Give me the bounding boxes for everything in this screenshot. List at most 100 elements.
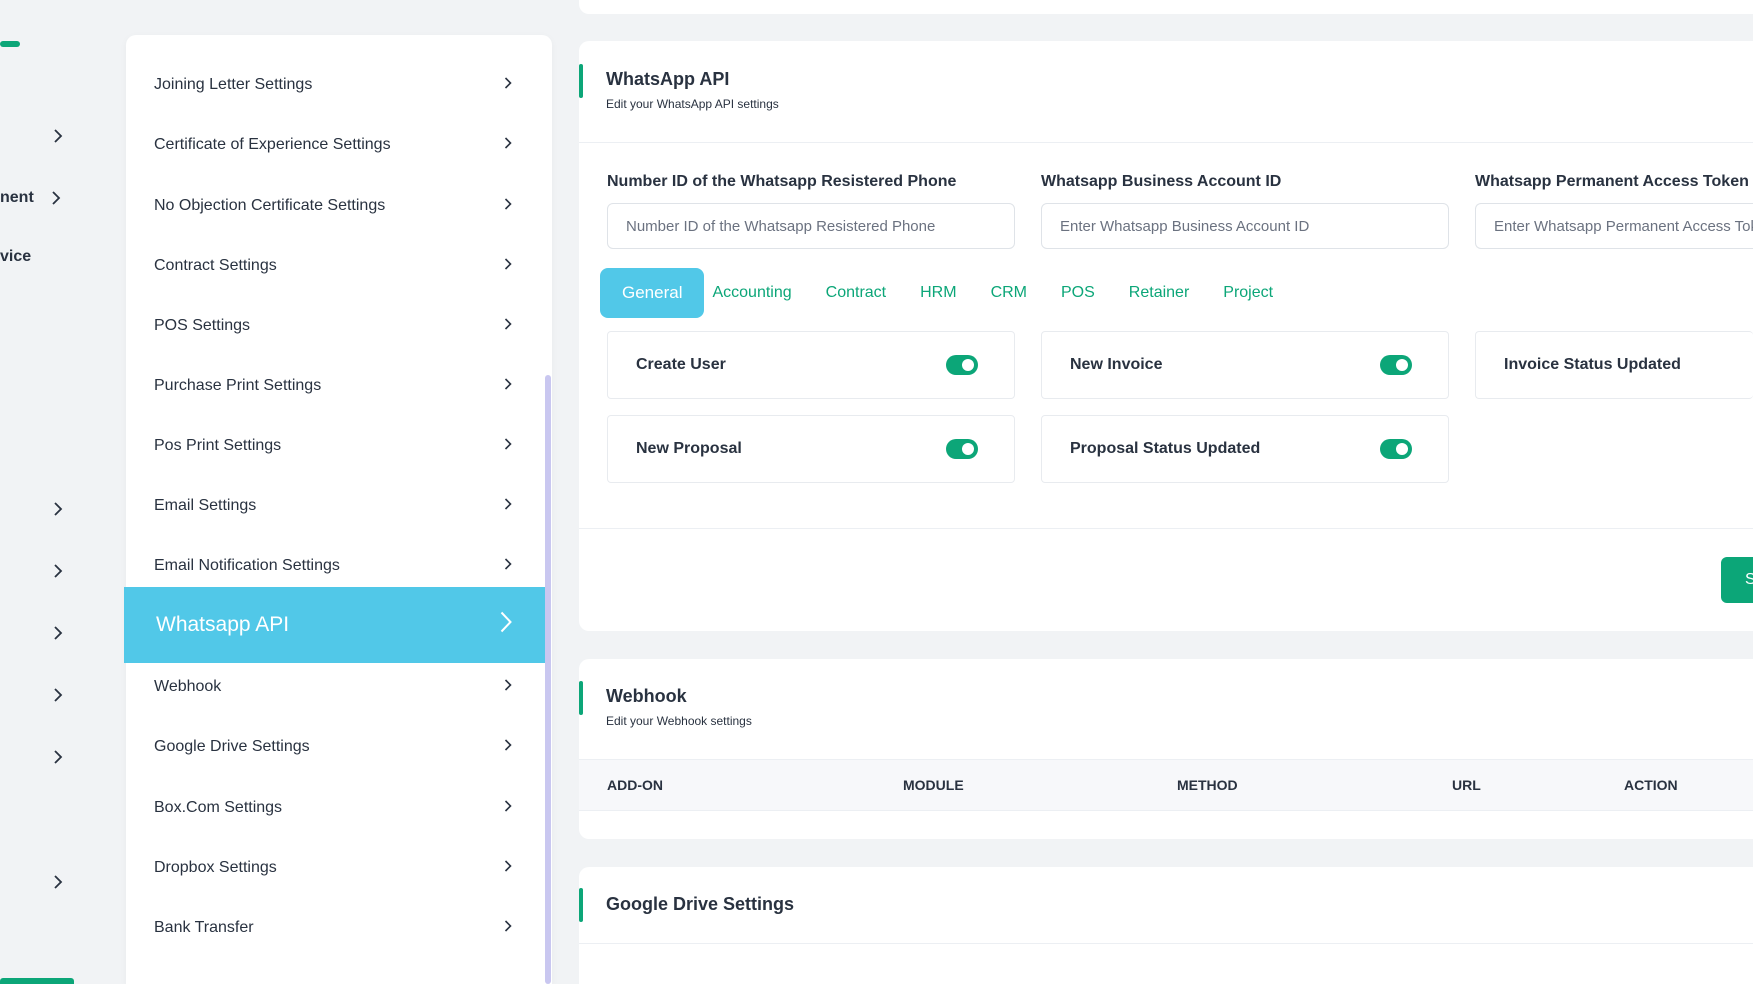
chevron-right-icon [504, 919, 512, 937]
chevron-right-icon [48, 129, 68, 143]
chevron-right-icon [504, 497, 512, 515]
notification-label: Invoice Status Updated [1504, 356, 1681, 373]
whatsapp-api-title: WhatsApp API [606, 69, 730, 89]
settings-menu-item-label: Joining Letter Settings [154, 76, 313, 93]
main-nav-bottom-indicator [0, 978, 74, 984]
chevron-right-icon [48, 688, 68, 702]
previous-settings-panel [579, 0, 1753, 14]
tab-accounting[interactable]: Accounting [712, 284, 791, 302]
main-nav-item[interactable] [0, 494, 90, 524]
chevron-right-icon [504, 678, 512, 696]
tab-contract[interactable]: Contract [826, 284, 886, 302]
business-account-id-input[interactable]: Enter Whatsapp Business Account ID [1041, 203, 1449, 249]
settings-menu-item-label: Email Notification Settings [154, 557, 340, 574]
notification-card: Invoice Status Updated [1475, 331, 1753, 399]
webhook-title: Webhook [606, 686, 687, 706]
main-nav-item-label: nent [0, 189, 34, 206]
phone-number-id-input[interactable]: Number ID of the Whatsapp Resistered Pho… [607, 203, 1015, 249]
proposal-status-toggle[interactable] [1380, 439, 1412, 459]
main-nav: nent vice [0, 0, 100, 984]
tab-pos[interactable]: POS [1061, 284, 1095, 302]
chevron-right-icon [504, 738, 512, 756]
settings-menu-item[interactable]: Box.Com Settings [126, 778, 546, 838]
settings-menu-item-label: No Objection Certificate Settings [154, 197, 386, 214]
section-accent-bar [579, 681, 583, 715]
tab-hrm[interactable]: HRM [920, 284, 956, 302]
settings-menu-item[interactable]: Email Settings [126, 476, 546, 536]
tab-general[interactable]: General [600, 268, 705, 318]
settings-menu-item[interactable]: Contract Settings [126, 236, 546, 296]
main-nav-item[interactable] [0, 121, 90, 151]
module-tabs: General Accounting Contract HRM CRM POS … [600, 268, 1307, 318]
chevron-right-icon [48, 502, 68, 516]
settings-menu-item[interactable]: Joining Letter Settings [126, 55, 546, 115]
column-header: ACTION [1624, 777, 1678, 793]
settings-menu-item-label: Pos Print Settings [154, 437, 282, 454]
chevron-right-icon [504, 76, 512, 94]
chevron-right-icon [48, 750, 68, 764]
chevron-right-icon [48, 626, 68, 640]
tab-project[interactable]: Project [1223, 284, 1273, 302]
settings-menu-item-label: Whatsapp API [156, 613, 290, 636]
create-user-toggle[interactable] [946, 355, 978, 375]
notification-card: New Invoice [1041, 331, 1449, 399]
webhook-panel: Webhook Edit your Webhook settings ADD-O… [579, 659, 1753, 839]
chevron-right-icon [504, 317, 512, 335]
new-proposal-toggle[interactable] [946, 439, 978, 459]
settings-menu-item-label: Bank Transfer [154, 919, 254, 936]
settings-menu-scrollbar[interactable] [545, 375, 551, 984]
settings-menu-item-label: Email Settings [154, 497, 257, 514]
chevron-right-icon [504, 557, 512, 575]
new-invoice-toggle[interactable] [1380, 355, 1412, 375]
notification-card: New Proposal [607, 415, 1015, 483]
settings-menu-item[interactable]: Webhook [126, 657, 546, 717]
chevron-right-icon [504, 257, 512, 275]
tab-retainer[interactable]: Retainer [1129, 284, 1189, 302]
settings-menu-item[interactable]: Pos Print Settings [126, 416, 546, 476]
settings-menu-item-label: Webhook [154, 678, 222, 695]
main-nav-item[interactable]: vice [0, 242, 90, 272]
settings-menu-item[interactable]: POS Settings [126, 296, 546, 356]
chevron-right-icon [504, 197, 512, 215]
save-button[interactable]: S [1721, 557, 1753, 603]
chevron-right-icon [504, 377, 512, 395]
settings-menu-item[interactable]: Google Drive Settings [126, 717, 546, 777]
notification-card: Proposal Status Updated [1041, 415, 1449, 483]
column-header: URL [1452, 777, 1481, 793]
settings-menu-item-label: Purchase Print Settings [154, 377, 322, 394]
settings-menu-item-label: Google Drive Settings [154, 738, 310, 755]
settings-menu-item-label: Certificate of Experience Settings [154, 136, 391, 153]
chevron-right-icon [46, 191, 66, 205]
settings-menu-item-label: Dropbox Settings [154, 859, 277, 876]
access-token-input[interactable]: Enter Whatsapp Permanent Access Token [1475, 203, 1753, 249]
tab-crm[interactable]: CRM [991, 284, 1027, 302]
main-nav-item[interactable] [0, 680, 90, 710]
chevron-right-icon [504, 799, 512, 817]
notification-label: Proposal Status Updated [1070, 440, 1261, 457]
chevron-right-icon [504, 437, 512, 455]
chevron-right-icon [504, 136, 512, 154]
notification-card: Create User [607, 331, 1015, 399]
settings-menu-item-active[interactable]: Whatsapp API [124, 587, 546, 663]
settings-menu-item-label: POS Settings [154, 317, 251, 334]
settings-menu-item[interactable]: Purchase Print Settings [126, 356, 546, 416]
notification-label: New Proposal [636, 440, 742, 457]
settings-menu: Joining Letter Settings Certificate of E… [124, 35, 552, 984]
main-nav-item[interactable] [0, 556, 90, 586]
whatsapp-api-panel: WhatsApp API Edit your WhatsApp API sett… [579, 41, 1753, 631]
settings-menu-item[interactable]: Bank Transfer [126, 898, 546, 958]
main-nav-item[interactable] [0, 867, 90, 897]
section-accent-bar [579, 64, 583, 98]
google-drive-panel: Google Drive Settings [579, 867, 1753, 984]
settings-menu-item[interactable]: Dropbox Settings [126, 838, 546, 898]
settings-menu-item-label: Box.Com Settings [154, 799, 283, 816]
main-nav-item[interactable]: nent [0, 183, 90, 213]
main-nav-item[interactable] [0, 742, 90, 772]
settings-menu-item[interactable]: No Objection Certificate Settings [126, 176, 546, 236]
main-nav-item[interactable] [0, 618, 90, 648]
webhook-subtitle: Edit your Webhook settings [606, 714, 752, 728]
main-nav-active-indicator [0, 41, 20, 47]
column-header: MODULE [903, 777, 964, 793]
notification-label: New Invoice [1070, 356, 1163, 373]
settings-menu-item[interactable]: Certificate of Experience Settings [126, 115, 546, 175]
